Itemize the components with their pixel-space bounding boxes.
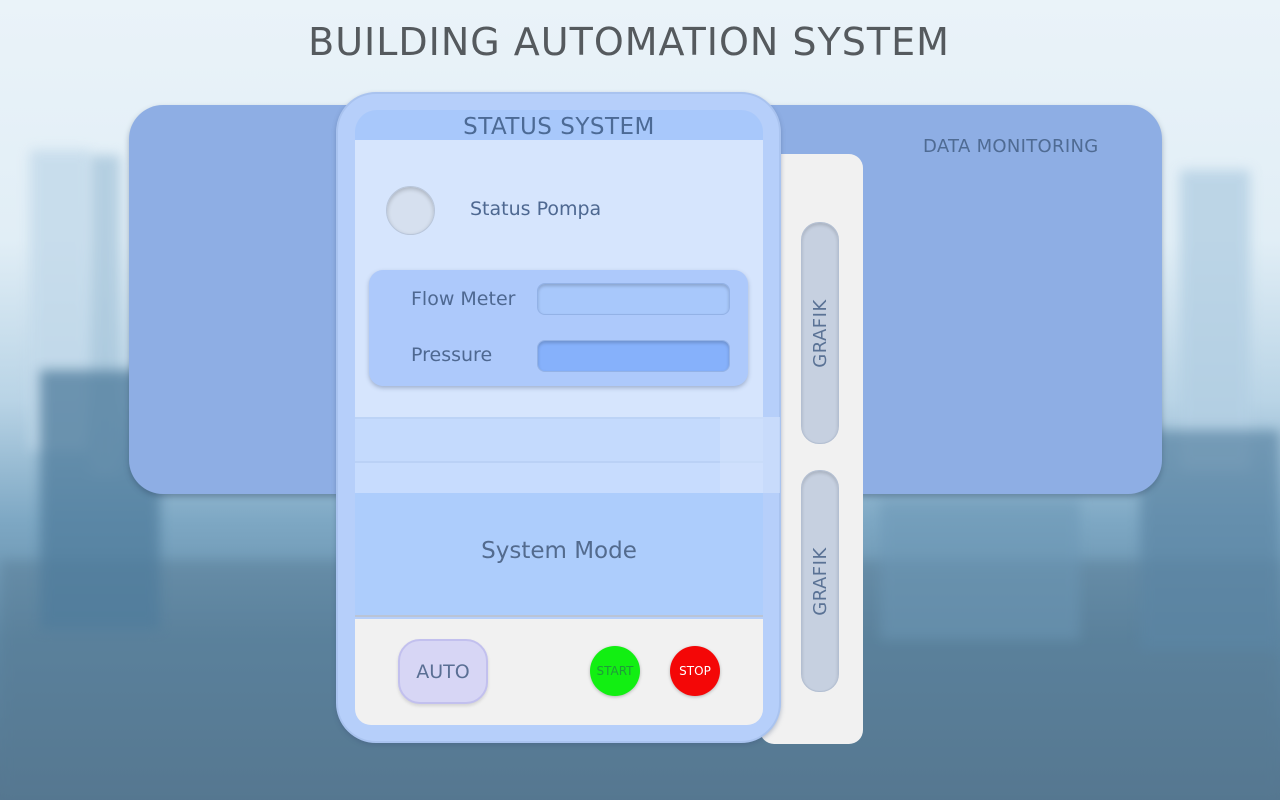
pressure-field[interactable] bbox=[537, 340, 730, 372]
pump-status-label: Status Pompa bbox=[470, 198, 602, 220]
system-mode-label: System Mode bbox=[481, 538, 637, 564]
divider-strip-overlay bbox=[720, 417, 780, 493]
page-title: BUILDING AUTOMATION SYSTEM bbox=[308, 20, 950, 64]
divider-strip bbox=[355, 461, 763, 493]
grafik-button-1[interactable]: GRAFIK bbox=[801, 222, 839, 444]
grafik-button-2-label: GRAFIK bbox=[809, 546, 831, 616]
flow-meter-label: Flow Meter bbox=[411, 288, 516, 310]
data-monitoring-label: DATA MONITORING bbox=[923, 136, 1099, 157]
grafik-button-1-label: GRAFIK bbox=[809, 298, 831, 368]
auto-button[interactable]: AUTO bbox=[398, 639, 488, 704]
pressure-label: Pressure bbox=[411, 344, 493, 366]
flow-meter-field[interactable] bbox=[537, 283, 730, 315]
status-system-header: STATUS SYSTEM bbox=[355, 110, 763, 140]
grafik-button-2[interactable]: GRAFIK bbox=[801, 470, 839, 692]
start-button[interactable]: START bbox=[590, 646, 640, 696]
divider-strip bbox=[355, 417, 763, 461]
stop-button[interactable]: STOP bbox=[670, 646, 720, 696]
pump-status-indicator bbox=[386, 186, 435, 235]
city-building bbox=[880, 500, 1080, 640]
city-building bbox=[1180, 170, 1250, 470]
